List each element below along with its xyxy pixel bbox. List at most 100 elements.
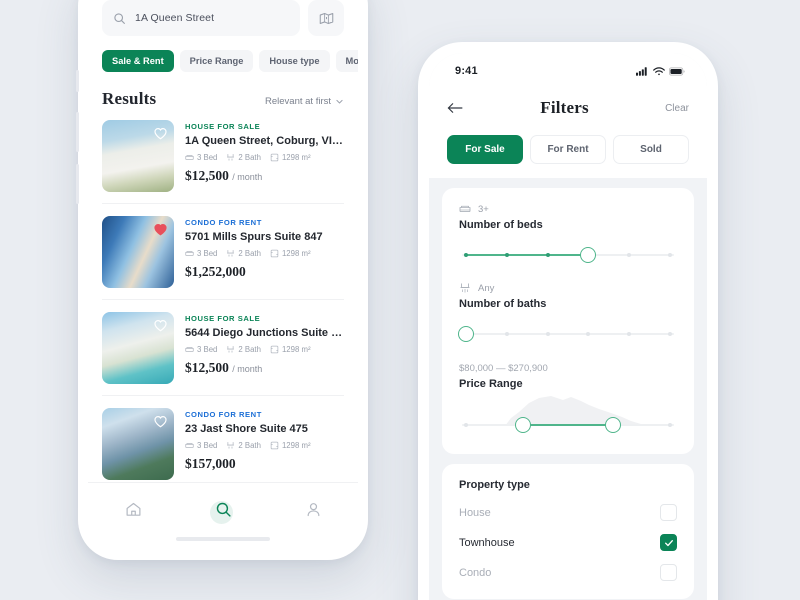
- property-type-row[interactable]: House: [459, 504, 677, 521]
- person-icon: [307, 502, 319, 516]
- segment-button[interactable]: Sold: [613, 135, 689, 164]
- listing-area: 1298 m²: [270, 249, 311, 258]
- back-button[interactable]: [447, 101, 464, 115]
- listing-beds-label: 3 Bed: [197, 345, 218, 354]
- bed-icon: [185, 155, 194, 160]
- listing-baths-label: 2 Bath: [238, 345, 261, 354]
- listing-card[interactable]: HOUSE FOR SALE 1A Queen Street, Coburg, V…: [102, 109, 344, 204]
- listing-area-label: 1298 m²: [281, 249, 311, 258]
- listing-beds-label: 3 Bed: [197, 441, 218, 450]
- panel-property-type: Property type House Townhouse Condo: [442, 464, 694, 599]
- slider-tick[interactable]: [668, 252, 673, 257]
- listing-price-suffix: / month: [232, 172, 263, 182]
- listing-tag: CONDO FOR RENT: [185, 218, 262, 227]
- listing-beds: 3 Bed: [185, 249, 217, 258]
- sort-dropdown[interactable]: Relevant at first: [265, 96, 344, 107]
- listing-specs: 3 Bed 2 Bath 1298 m²: [185, 441, 344, 450]
- listing-tag: HOUSE FOR SALE: [185, 122, 261, 131]
- listing-price: $12,500 / month: [185, 168, 344, 184]
- search-input[interactable]: 1A Queen Street: [102, 0, 300, 36]
- slider-tick[interactable]: [463, 252, 468, 257]
- heart-icon: [154, 128, 167, 140]
- phone-search-results: 1A Queen Street Sale & Rent Price Range Ho…: [76, 0, 368, 560]
- filter-chip[interactable]: More: [335, 50, 358, 72]
- check-icon: [664, 539, 673, 546]
- listing-price: $12,500 / month: [185, 360, 344, 376]
- property-type-checkbox[interactable]: [660, 564, 677, 581]
- favorite-button[interactable]: [153, 126, 168, 141]
- listing-baths: 2 Bath: [226, 345, 261, 354]
- tab-home[interactable]: [120, 496, 146, 522]
- favorite-button[interactable]: [153, 222, 168, 237]
- slider-fill: [465, 254, 589, 256]
- listing-card[interactable]: CONDO FOR RENT 23 Jast Shore Suite 475 3 B…: [102, 396, 344, 492]
- filter-chip[interactable]: Sale & Rent: [102, 50, 174, 72]
- favorite-button[interactable]: [153, 318, 168, 333]
- listing-baths: 2 Bath: [226, 249, 261, 258]
- slider-tick[interactable]: [668, 331, 673, 336]
- listing-specs: 3 Bed 2 Bath 1298 m²: [185, 153, 344, 162]
- clear-button[interactable]: Clear: [665, 103, 689, 114]
- slider-handle[interactable]: [457, 326, 474, 342]
- slider-tick[interactable]: [586, 331, 591, 336]
- listing-specs: 3 Bed 2 Bath 1298 m²: [185, 345, 344, 354]
- property-type-checkbox[interactable]: [660, 504, 677, 521]
- bath-icon: [460, 283, 470, 293]
- segment-button[interactable]: For Sale: [447, 135, 523, 164]
- filters-scroll-area[interactable]: 3+ Number of beds Any Number of baths $8…: [429, 178, 707, 600]
- property-type-label: House: [459, 506, 491, 519]
- slider-tick[interactable]: [545, 252, 550, 257]
- property-type-label: Condo: [459, 566, 492, 579]
- slider-handle-min[interactable]: [514, 417, 531, 433]
- slider-handle-max[interactable]: [605, 417, 622, 433]
- baths-filter: Any Number of baths: [457, 282, 677, 345]
- tab-profile[interactable]: [300, 496, 326, 522]
- map-view-button[interactable]: [308, 0, 344, 36]
- listing-beds-label: 3 Bed: [197, 153, 218, 162]
- property-type-checkbox[interactable]: [660, 534, 677, 551]
- baths-value: Any: [478, 282, 495, 294]
- area-icon: [270, 153, 279, 162]
- search-input-value: 1A Queen Street: [135, 12, 215, 24]
- filters-header: Filters Clear For Sale For Rent Sold: [429, 85, 707, 178]
- battery-icon: [669, 67, 685, 75]
- bottom-tab-bar: [88, 482, 358, 550]
- listing-baths: 2 Bath: [226, 441, 261, 450]
- listing-beds: 3 Bed: [185, 153, 217, 162]
- slider-tick[interactable]: [627, 252, 632, 257]
- tab-search[interactable]: [210, 496, 236, 524]
- beds-slider[interactable]: [459, 244, 677, 266]
- property-type-row[interactable]: Condo: [459, 564, 677, 581]
- listing-price-value: $157,000: [185, 456, 236, 471]
- property-type-row[interactable]: Townhouse: [459, 534, 677, 551]
- cellular-signal-icon: [636, 66, 647, 76]
- slider-tick[interactable]: [627, 331, 632, 336]
- property-type-title: Property type: [459, 479, 530, 491]
- listing-specs: 3 Bed 2 Bath 1298 m²: [185, 249, 344, 258]
- listing-card[interactable]: HOUSE FOR SALE 5644 Diego Junctions Suite…: [102, 300, 344, 396]
- beds-label: Number of beds: [459, 219, 543, 231]
- bed-icon: [185, 347, 194, 352]
- slider-tick[interactable]: [504, 252, 509, 257]
- listing-tag: CONDO FOR RENT: [185, 410, 262, 419]
- segment-button[interactable]: For Rent: [530, 135, 606, 164]
- filter-chip[interactable]: Price Range: [179, 50, 254, 72]
- baths-slider[interactable]: [457, 323, 677, 345]
- listing-address: 5701 Mills Spurs Suite 847: [185, 231, 323, 243]
- filter-chip[interactable]: House type: [259, 50, 330, 72]
- slider-track: [462, 333, 674, 335]
- listing-price-suffix: / month: [232, 364, 263, 374]
- price-range-slider[interactable]: [459, 396, 677, 436]
- listing-beds: 3 Bed: [185, 441, 217, 450]
- listing-card[interactable]: CONDO FOR RENT 5701 Mills Spurs Suite 847…: [102, 204, 344, 300]
- listing-thumbnail: [102, 312, 174, 384]
- home-icon: [126, 502, 140, 516]
- slider-tick[interactable]: [504, 331, 509, 336]
- slider-handle[interactable]: [580, 247, 597, 263]
- listing-tag: HOUSE FOR SALE: [185, 314, 261, 323]
- listing-thumbnail: [102, 120, 174, 192]
- favorite-button[interactable]: [153, 414, 168, 429]
- phone-filters: 9:41 Filters Clear For Sale For Rent Sol…: [418, 42, 718, 600]
- page-title: Results: [102, 89, 157, 108]
- slider-tick[interactable]: [545, 331, 550, 336]
